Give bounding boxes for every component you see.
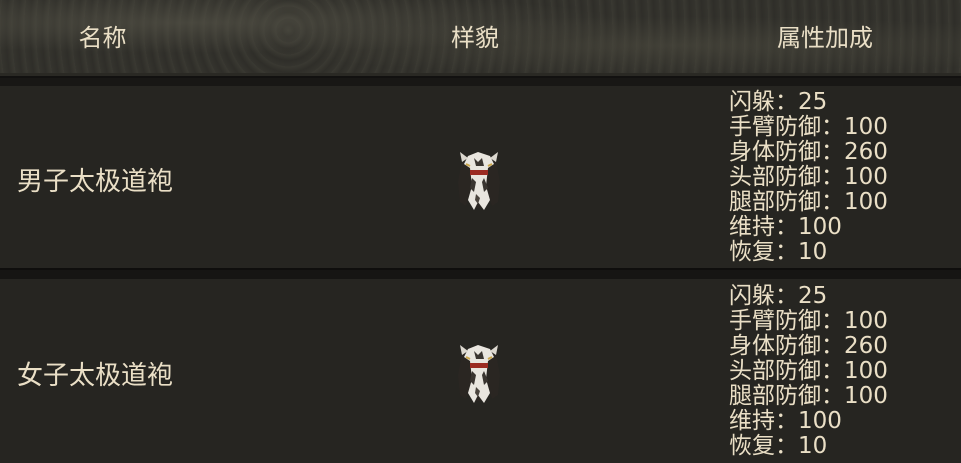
attribute-sustain: 维持：100 (729, 214, 842, 240)
header-name: 名称 (78, 24, 127, 52)
header-appearance: 样貌 (451, 24, 499, 52)
attribute-leg-defense: 腿部防御：100 (729, 383, 888, 409)
attribute-dodge: 闪躲：25 (729, 89, 828, 115)
item-name: 女子太极道袍 (17, 361, 174, 391)
attribute-arm-defense: 手臂防御：100 (729, 308, 888, 334)
table-row: 女子太极道袍 闪躲：25 手臂防御：100 身体防御：260 头部防御：100 … (0, 279, 961, 463)
attribute-sustain: 维持：100 (729, 408, 842, 434)
header-divider (0, 78, 961, 86)
attribute-head-defense: 头部防御：100 (729, 358, 888, 384)
attribute-leg-defense: 腿部防御：100 (729, 189, 888, 215)
robe-sprite-icon (458, 152, 500, 210)
robe-sprite-icon (458, 345, 500, 403)
table-row: 男子太极道袍 闪躲：25 手臂防御：100 身体防御：260 头部防御：100 (0, 86, 961, 268)
table-header: 名称 样貌 属性加成 (0, 0, 961, 78)
attribute-body-defense: 身体防御：260 (729, 333, 888, 359)
attribute-head-defense: 头部防御：100 (729, 164, 888, 190)
attribute-arm-defense: 手臂防御：100 (729, 114, 888, 140)
attribute-list: 闪躲：25 手臂防御：100 身体防御：260 头部防御：100 腿部防御：10… (729, 284, 888, 459)
equipment-table: 名称 样貌 属性加成 男子太极道袍 闪躲：25 手臂防御：100 身体防御：26… (0, 0, 961, 463)
attribute-recovery: 恢复：10 (729, 433, 828, 459)
attribute-body-defense: 身体防御：260 (729, 139, 888, 165)
attribute-list: 闪躲：25 手臂防御：100 身体防御：260 头部防御：100 腿部防御：10… (729, 90, 888, 265)
item-name: 男子太极道袍 (17, 167, 174, 197)
attribute-dodge: 闪躲：25 (729, 283, 828, 309)
header-attributes: 属性加成 (777, 24, 873, 52)
attribute-recovery: 恢复：10 (729, 239, 828, 265)
